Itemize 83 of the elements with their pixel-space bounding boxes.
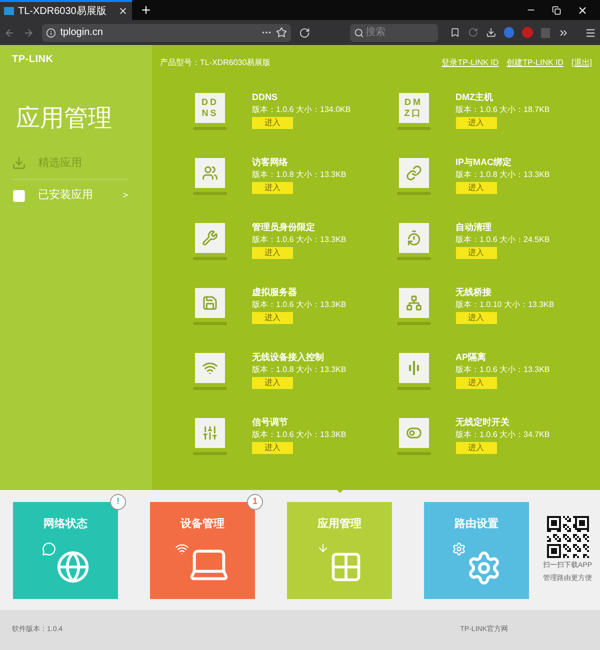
link-icon: [398, 158, 428, 188]
address-bar[interactable]: tplogin.cn: [42, 24, 291, 42]
app-info: 版本：1.0.6 大小：24.5KB: [456, 234, 550, 245]
download-icon[interactable]: [486, 27, 496, 38]
tile-label: 路由设置: [454, 516, 498, 532]
product-model: 产品型号：TL-XDR6030易展版: [160, 57, 272, 69]
app-name: DMZ主机: [456, 91, 494, 104]
enter-button[interactable]: 进入: [456, 247, 496, 259]
gears-icon: [452, 542, 502, 586]
grid-download-icon: [316, 542, 362, 584]
new-tab-icon[interactable]: [140, 4, 152, 16]
nav-tile[interactable]: 设备管理: [150, 502, 255, 598]
enter-button[interactable]: 进入: [456, 442, 496, 454]
app-name: 无线定时开关: [456, 416, 510, 429]
notification-badge: 1: [247, 494, 263, 510]
app-info: 版本：1.0.8 大小：13.3KB: [456, 169, 550, 180]
enter-button[interactable]: 进入: [456, 377, 496, 389]
app-info: 版本：1.0.6 大小：13.3KB: [252, 234, 346, 245]
search-field[interactable]: 搜索: [350, 24, 438, 42]
logo: TP-LINK: [12, 53, 54, 67]
app-name: 信号调节: [252, 416, 289, 429]
reload-icon[interactable]: [298, 26, 310, 38]
app-info: 版本：1.0.6 大小：13.3KB: [252, 299, 346, 310]
sidebar-title: 应用管理: [15, 104, 113, 134]
timer-icon: [398, 223, 428, 253]
enter-button[interactable]: 进入: [252, 117, 293, 129]
search-icon: [354, 28, 364, 38]
app-name: 管理员身份限定: [252, 221, 316, 234]
browser-tab[interactable]: TL-XDR6030易展版: [0, 0, 132, 20]
tile-label: 应用管理: [318, 516, 362, 532]
qr-code: [546, 516, 588, 558]
info-icon: [46, 28, 56, 38]
app-info: 版本：1.0.6 大小：13.3KB: [252, 429, 346, 440]
users-icon: [195, 158, 225, 188]
url-text: tplogin.cn: [60, 26, 104, 40]
app-name: 无线设备接入控制: [252, 351, 325, 364]
enter-button[interactable]: 进入: [252, 247, 293, 259]
app-info: 版本：1.0.10 大小：13.3KB: [456, 299, 554, 310]
app-icon: DM Z口: [398, 93, 428, 123]
tab-title: TL-XDR6030易展版: [18, 4, 108, 18]
forward-icon[interactable]: [23, 26, 34, 38]
app-name: 虚拟服务器: [252, 286, 298, 299]
enter-button[interactable]: 进入: [252, 182, 293, 194]
enter-button[interactable]: 进入: [252, 312, 293, 324]
app-info: 版本：1.0.8 大小：13.3KB: [252, 364, 346, 375]
app-icon: DD NS: [195, 93, 225, 123]
vertical-lines-icon: [398, 353, 428, 383]
app-name: 自动清理: [456, 221, 492, 234]
globe-chat-icon: [42, 542, 90, 584]
tile-label: 设备管理: [180, 516, 224, 532]
download-icon: [12, 156, 26, 170]
enter-button[interactable]: 进入: [456, 117, 496, 129]
app-name: 访客网络: [252, 156, 289, 169]
app-name: DDNS: [252, 91, 279, 104]
bookmark-icon[interactable]: [450, 27, 460, 38]
back-icon[interactable]: [4, 26, 16, 38]
close-icon[interactable]: [118, 6, 128, 16]
app-name: AP隔离: [456, 351, 488, 364]
app-info: 版本：1.0.6 大小：18.7KB: [456, 104, 550, 115]
app-name: 无线桥接: [456, 286, 492, 299]
enter-button[interactable]: 进入: [456, 312, 496, 324]
notification-badge: !: [110, 494, 126, 510]
menu-icon[interactable]: [584, 26, 596, 38]
sync-icon[interactable]: [468, 27, 478, 38]
tab-favicon-icon: [4, 7, 14, 15]
network-icon: [398, 288, 428, 318]
toggle-icon: [398, 418, 428, 448]
app-info: 版本：1.0.6 大小：13.3KB: [456, 364, 550, 375]
laptop-wifi-icon: [174, 542, 230, 582]
app-info: 版本：1.0.6 大小：134.0KB: [252, 104, 351, 115]
extension-icon[interactable]: [504, 27, 514, 38]
close-icon[interactable]: [577, 4, 588, 16]
enter-button[interactable]: 进入: [252, 377, 293, 389]
restore-icon[interactable]: [552, 6, 561, 14]
enter-button[interactable]: 进入: [252, 442, 293, 454]
star-icon[interactable]: [276, 27, 287, 38]
tile-label: 网络状态: [44, 516, 88, 532]
app-info: 版本：1.0.6 大小：34.7KB: [456, 429, 550, 440]
sliders-icon: [195, 418, 225, 448]
enter-button[interactable]: 进入: [456, 182, 496, 194]
app-info: 版本：1.0.8 大小：13.3KB: [252, 169, 346, 180]
app-name: IP与MAC绑定: [456, 156, 512, 169]
wrench-icon: [195, 223, 225, 253]
